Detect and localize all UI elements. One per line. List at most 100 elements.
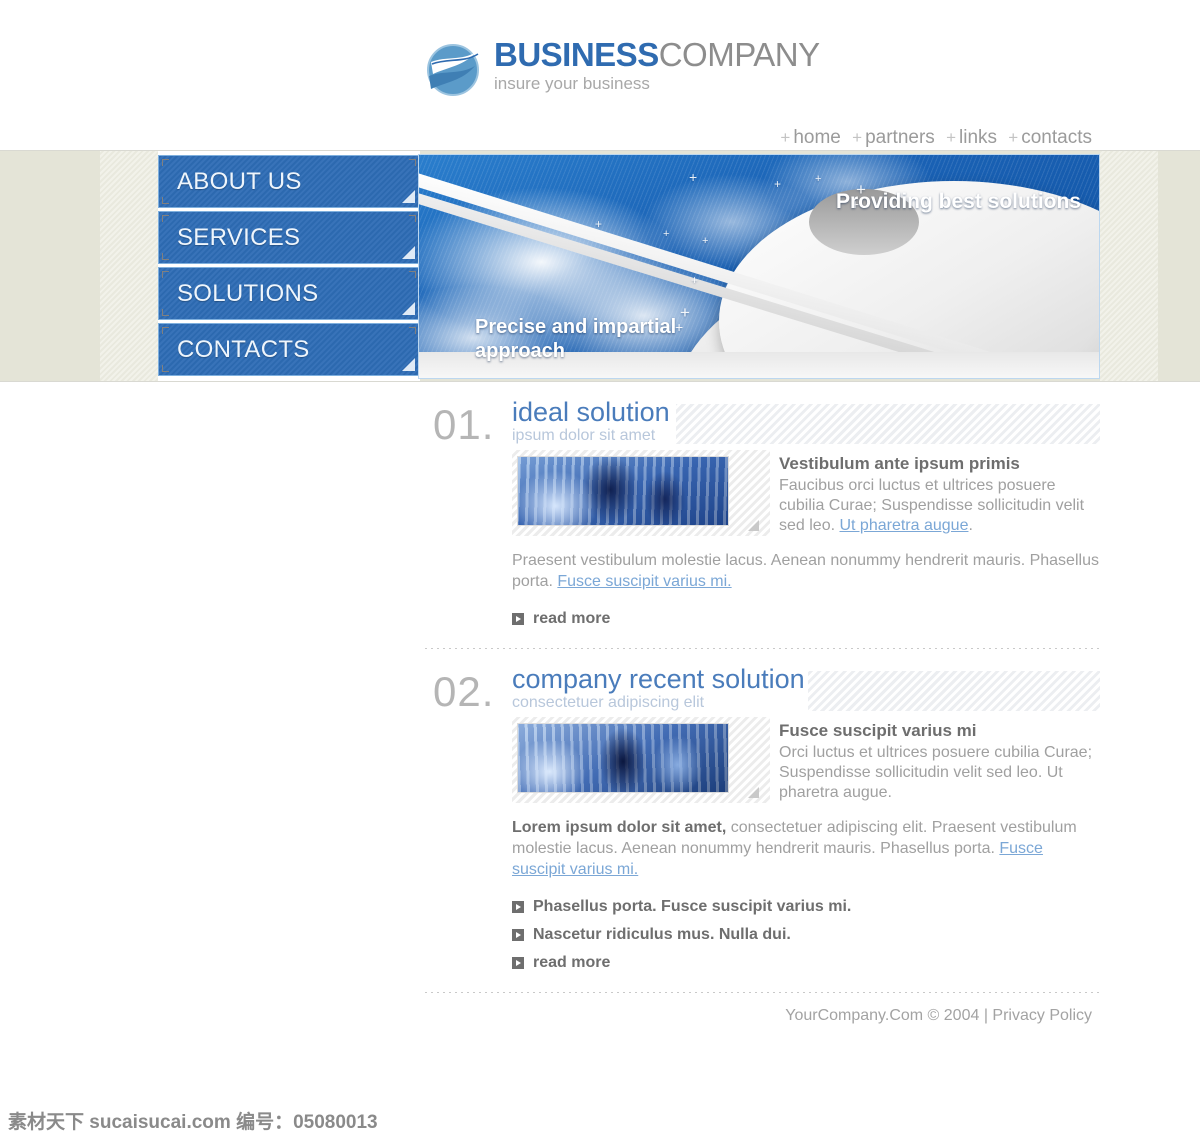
sparkle-plus-icon: + (675, 319, 684, 335)
main-menu: ABOUT US SERVICES SOLUTIONS CONTACTS (158, 151, 420, 381)
section-01: 01. ideal solution ipsum dolor sit amet … (0, 396, 1200, 649)
corner-mark-icon (409, 215, 416, 222)
corner-mark-icon (162, 327, 169, 334)
office-people-photo (518, 457, 728, 525)
topnav-item-contacts[interactable]: contacts (1021, 127, 1092, 148)
menu-item-label: ABOUT US (177, 167, 302, 195)
hero-headline-left-line2: approach (475, 340, 566, 362)
business-meeting-photo (518, 724, 728, 792)
section-hatch-bar (676, 404, 1100, 444)
section-subtitle: ipsum dolor sit amet (512, 427, 656, 444)
topnav-item-links[interactable]: links (959, 127, 997, 148)
site-footer: YourCompany.Com © 2004 | Privacy Policy (0, 1007, 1200, 1025)
brand-light: COMPANY (658, 36, 820, 73)
lead-tail: . (968, 517, 973, 534)
read-more-link[interactable]: read more (512, 610, 1200, 628)
corner-triangle-icon (402, 302, 415, 315)
menu-item-solutions[interactable]: SOLUTIONS (158, 267, 420, 320)
nav-plus-icon: + (946, 128, 956, 147)
menu-item-about-us[interactable]: ABOUT US (158, 155, 420, 208)
thumbnail-wrap[interactable] (512, 717, 770, 803)
section-media-row: Fusce suscipit varius mi Orci luctus et … (0, 717, 1200, 803)
corner-mark-icon (409, 271, 416, 278)
bullet-arrow-icon (512, 957, 524, 969)
globe-swoosh-icon (424, 40, 482, 98)
band-hatch-right (1100, 151, 1158, 381)
top-navigation: + home + partners + links + contacts (774, 127, 1092, 149)
menu-item-contacts[interactable]: CONTACTS (158, 323, 420, 376)
lead-heading: Fusce suscipit varius mi (779, 721, 977, 740)
body-link[interactable]: Fusce suscipit varius mi. (557, 573, 731, 590)
corner-mark-icon (409, 327, 416, 334)
bullet-label: Nascetur ridiculus mus. Nulla dui. (533, 926, 791, 943)
nav-plus-icon: + (852, 128, 863, 147)
logo-text: BUSINESSCOMPANY insure your business (494, 38, 820, 94)
sparkle-plus-icon: + (691, 273, 699, 287)
section-title[interactable]: company recent solution (512, 665, 805, 693)
hero-band: ABOUT US SERVICES SOLUTIONS CONTACTS + +… (0, 150, 1200, 382)
section-media-row: Vestibulum ante ipsum primis Faucibus or… (0, 450, 1200, 536)
bullet-arrow-icon (512, 929, 524, 941)
logo[interactable]: BUSINESSCOMPANY insure your business (424, 38, 820, 98)
hero-headline-left-line1: Precise and impartial (475, 316, 677, 338)
sparkle-plus-icon: + (774, 177, 782, 191)
corner-triangle-icon (402, 246, 415, 259)
footer-text[interactable]: YourCompany.Com © 2004 | Privacy Policy (785, 1007, 1092, 1024)
menu-item-label: SOLUTIONS (177, 279, 319, 307)
menu-item-label: SERVICES (177, 223, 301, 251)
section-body-paragraph: Praesent vestibulum molestie lacus. Aene… (0, 536, 1200, 592)
bullet-label: read more (533, 954, 611, 971)
corner-mark-icon (162, 197, 169, 204)
topnav-item-home[interactable]: home (793, 127, 841, 148)
read-more-link[interactable]: read more (512, 954, 1200, 972)
corner-mark-icon (162, 159, 169, 166)
corner-triangle-icon (402, 358, 415, 371)
thumbnail-image[interactable] (517, 456, 729, 526)
main-content: 01. ideal solution ipsum dolor sit amet … (0, 396, 1200, 1025)
sparkle-plus-icon: + (663, 228, 670, 240)
section-bullets: Phasellus porta. Fusce suscipit varius m… (0, 880, 1200, 972)
section-title[interactable]: ideal solution (512, 398, 670, 426)
sparkle-plus-icon: + (689, 169, 698, 185)
watermark: 素材天下 sucaisucai.com 编号：05080013 (8, 1107, 378, 1134)
bullet-label: read more (533, 610, 611, 627)
section-lead-copy: Fusce suscipit varius mi Orci luctus et … (779, 721, 1100, 803)
section-title-wrap: company recent solution consectetuer adi… (512, 665, 805, 712)
lead-heading: Vestibulum ante ipsum primis (779, 454, 1020, 473)
corner-mark-icon (162, 365, 169, 372)
band-hatch-left (100, 151, 160, 381)
site-header: BUSINESSCOMPANY insure your business + ho… (0, 0, 1200, 150)
section-header: 01. ideal solution ipsum dolor sit amet (0, 396, 1200, 454)
corner-mark-icon (162, 253, 169, 260)
section-subtitle: consectetuer adipiscing elit (512, 694, 705, 711)
bullet-arrow-icon (512, 613, 524, 625)
section-divider (425, 992, 1100, 993)
sparkle-plus-icon: + (595, 217, 603, 231)
menu-item-services[interactable]: SERVICES (158, 211, 420, 264)
section-header: 02. company recent solution consectetuer… (0, 663, 1200, 721)
corner-mark-icon (409, 159, 416, 166)
menu-item-label: CONTACTS (177, 335, 310, 363)
sparkle-plus-icon: + (702, 235, 709, 247)
lead-link[interactable]: Ut pharetra augue (839, 517, 968, 534)
section-number: 01. (433, 401, 495, 448)
nav-plus-icon: + (1008, 128, 1019, 147)
thumbnail-wrap[interactable] (512, 450, 770, 536)
bullet-item[interactable]: Phasellus porta. Fusce suscipit varius m… (512, 898, 1200, 916)
watermark-text: 素材天下 sucaisucai.com 编号：05080013 (8, 1112, 378, 1133)
lead-paragraph: Faucibus orci luctus et ultrices posuere… (779, 476, 1100, 536)
corner-mark-icon (162, 215, 169, 222)
topnav-item-partners[interactable]: partners (865, 127, 935, 148)
corner-mark-icon (162, 309, 169, 316)
lead-text: Orci luctus et ultrices posuere cubilia … (779, 744, 1093, 801)
section-body-paragraph: Lorem ipsum dolor sit amet, consectetuer… (0, 803, 1200, 880)
brand-title: BUSINESSCOMPANY (494, 38, 820, 72)
thumbnail-image[interactable] (517, 723, 729, 793)
bullet-arrow-icon (512, 901, 524, 913)
section-lead-copy: Vestibulum ante ipsum primis Faucibus or… (779, 454, 1100, 536)
corner-mark-icon (162, 271, 169, 278)
hero-image: + + + + + + + + + + + Providing best sol… (418, 154, 1100, 379)
section-hatch-bar (808, 671, 1100, 711)
corner-triangle-icon (748, 787, 759, 798)
bullet-item[interactable]: Nascetur ridiculus mus. Nulla dui. (512, 926, 1200, 944)
